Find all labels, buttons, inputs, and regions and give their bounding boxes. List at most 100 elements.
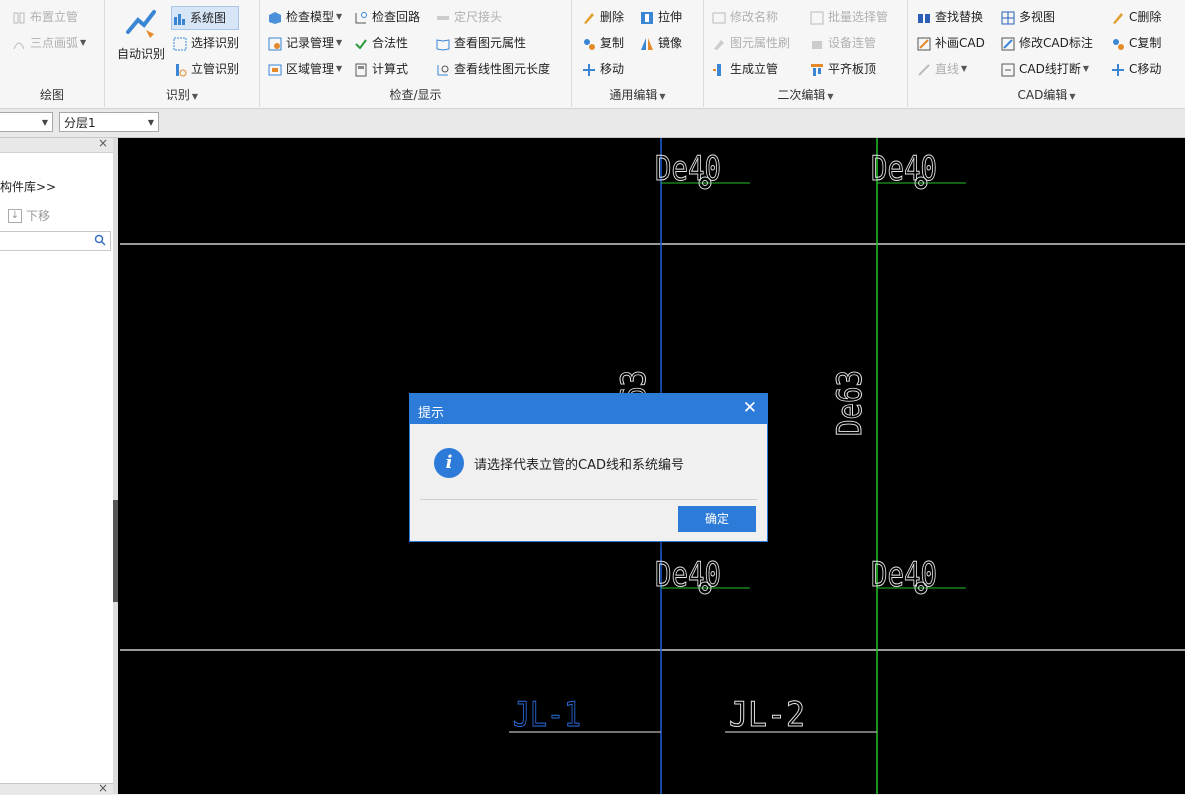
view-element-property-button[interactable]: 查看图元属性 [436,32,526,54]
move-down-button[interactable]: ↓ 下移 [8,207,50,224]
close-icon[interactable]: × [98,781,108,795]
chevron-down-icon: ▼ [336,12,343,21]
layer-toolbar: ▼ 分层1 ▼ [0,109,1185,138]
formula-button[interactable]: 计算式 [354,58,408,80]
chevron-down-icon: ▼ [659,92,666,101]
group-label-check: 检查/显示 [389,88,442,102]
align-slab-top-button[interactable]: 平齐板顶 [810,58,876,80]
multi-view-button[interactable]: 多视图 [1001,6,1055,28]
riser-identify-button[interactable]: 立管识别 [173,58,239,80]
area-manage-button[interactable]: 区域管理 ▼ [268,58,342,80]
joint-icon [436,10,450,24]
c-delete-button[interactable]: C删除 [1111,6,1161,28]
move-icon [582,62,596,76]
close-icon[interactable]: × [98,136,108,150]
cube-icon [268,10,282,24]
line-icon [917,62,931,76]
riser-label-jl2[interactable]: JL-2 [729,695,806,736]
rename-button[interactable]: 修改名称 [712,6,778,28]
group-label-identify: 识别 ▼ [165,88,199,102]
modify-cad-annotation-button[interactable]: 修改CAD标注 [1001,32,1093,54]
batch-select-pipe-button[interactable]: 批量选择管 [810,6,888,28]
chevron-down-icon: ▼ [147,118,154,127]
c-copy-button[interactable]: C复制 [1111,32,1161,54]
dialog-message: 请选择代表立管的CAD线和系统编号 [474,458,684,473]
panel-header: × [0,136,113,153]
ok-button[interactable]: 确定 [678,506,756,532]
delete-button[interactable]: 删除 [582,6,624,28]
c-move-button[interactable]: C移动 [1111,58,1161,80]
chevron-down-icon: ▼ [191,92,199,101]
group-cad-edit: 查找替换 补画CAD 直线▼ 多视图 修改CAD标注 CAD线打断▼ C删除 [908,0,1185,107]
record-manage-button[interactable]: 记录管理 ▼ [268,32,342,54]
group-general-edit: 删除 复制 移动 拉伸 镜像 通用编辑 ▼ [572,0,704,107]
search-input[interactable] [0,231,111,251]
legality-button[interactable]: 合法性 [354,32,408,54]
check-icon [354,36,368,50]
group-check: 检查模型 ▼ 记录管理 ▼ 区域管理 ▼ 检查回路 合法性 计算式 定尺接头 查看图 [260,0,572,107]
close-icon[interactable]: ✕ [743,398,757,418]
riser-label-jl1[interactable]: JL-1 [513,695,582,736]
mirror-button[interactable]: 镜像 [640,32,682,54]
layer-select[interactable]: 分层1 ▼ [59,112,159,132]
select-identify-button[interactable]: 选择识别 [173,32,239,54]
ribbon: 布置立管 三点画弧 ▼ 绘图 自动识别 系统图 选择识别 立管识别 识别 ▼ 检… [0,0,1185,109]
place-riser-button[interactable]: 布置立管 [12,6,78,28]
binoculars-icon [917,10,931,24]
generate-riser-button[interactable]: 生成立管 [712,58,778,80]
measure-icon [436,62,450,76]
pencil-icon [582,10,596,24]
select-icon [173,36,187,51]
floor-select[interactable]: ▼ [0,112,53,132]
fixed-length-joint-button[interactable]: 定尺接头 [436,6,502,28]
dialog-titlebar[interactable]: 提示 ✕ [410,394,767,424]
component-library-link[interactable]: 构件库>> [0,178,56,195]
chevron-down-icon: ▼ [827,92,834,101]
find-replace-button[interactable]: 查找替换 [917,6,983,28]
equipment-icon [810,36,824,50]
pipe-size-label[interactable]: De40 [871,149,938,190]
break-icon [1001,62,1015,77]
check-loop-button[interactable]: 检查回路 [354,6,420,28]
line-button[interactable]: 直线 ▼ [917,58,967,80]
copy-icon [1111,36,1125,50]
pipe-size-label[interactable]: De40 [871,555,938,596]
rename-icon [712,10,726,24]
pipe-size-label-vertical[interactable]: De63 [830,370,871,437]
move-button[interactable]: 移动 [582,58,624,80]
stretch-button[interactable]: 拉伸 [640,6,682,28]
batch-select-icon [810,10,824,25]
copy-icon [582,36,596,50]
equipment-connect-button[interactable]: 设备连管 [810,32,876,54]
chevron-down-icon: ▼ [41,118,48,127]
group-label-draw: 绘图 [39,88,64,102]
riser-icon [12,10,26,24]
view-linear-length-button[interactable]: 查看线性图元长度 [436,58,550,80]
three-point-arc-button[interactable]: 三点画弧 ▼ [12,32,86,54]
pipe-size-label[interactable]: De40 [655,149,722,190]
riser-generate-icon [712,62,726,76]
group-label-cad-edit: CAD编辑 ▼ [1017,88,1076,102]
property-brush-button[interactable]: 图元属性刷 [712,32,790,54]
chevron-down-icon: ▼ [80,38,87,47]
calculator-icon [354,62,368,77]
panel-footer: × [0,781,113,795]
check-model-button[interactable]: 检查模型 ▼ [268,6,342,28]
record-icon [268,36,282,51]
system-diagram-button[interactable]: 系统图 [171,6,239,30]
book-icon [436,36,450,51]
dialog-divider [420,499,757,500]
group-label-general-edit: 通用编辑 ▼ [609,88,666,102]
supplement-cad-button[interactable]: 补画CAD [917,32,985,54]
chevron-down-icon: ▼ [1069,92,1076,101]
pipe-size-label[interactable]: De40 [655,555,722,596]
arrow-down-icon: ↓ [8,208,22,223]
left-panel: × 构件库>> ↓ 下移 × [0,136,114,795]
multi-view-icon [1001,10,1015,25]
stretch-icon [640,10,654,24]
cad-line-break-button[interactable]: CAD线打断 ▼ [1001,58,1089,80]
auto-identify-button[interactable]: 自动识别 [113,4,169,64]
copy-button[interactable]: 复制 [582,32,624,54]
chevron-down-icon: ▼ [1082,64,1089,73]
chevron-down-icon: ▼ [961,64,968,73]
